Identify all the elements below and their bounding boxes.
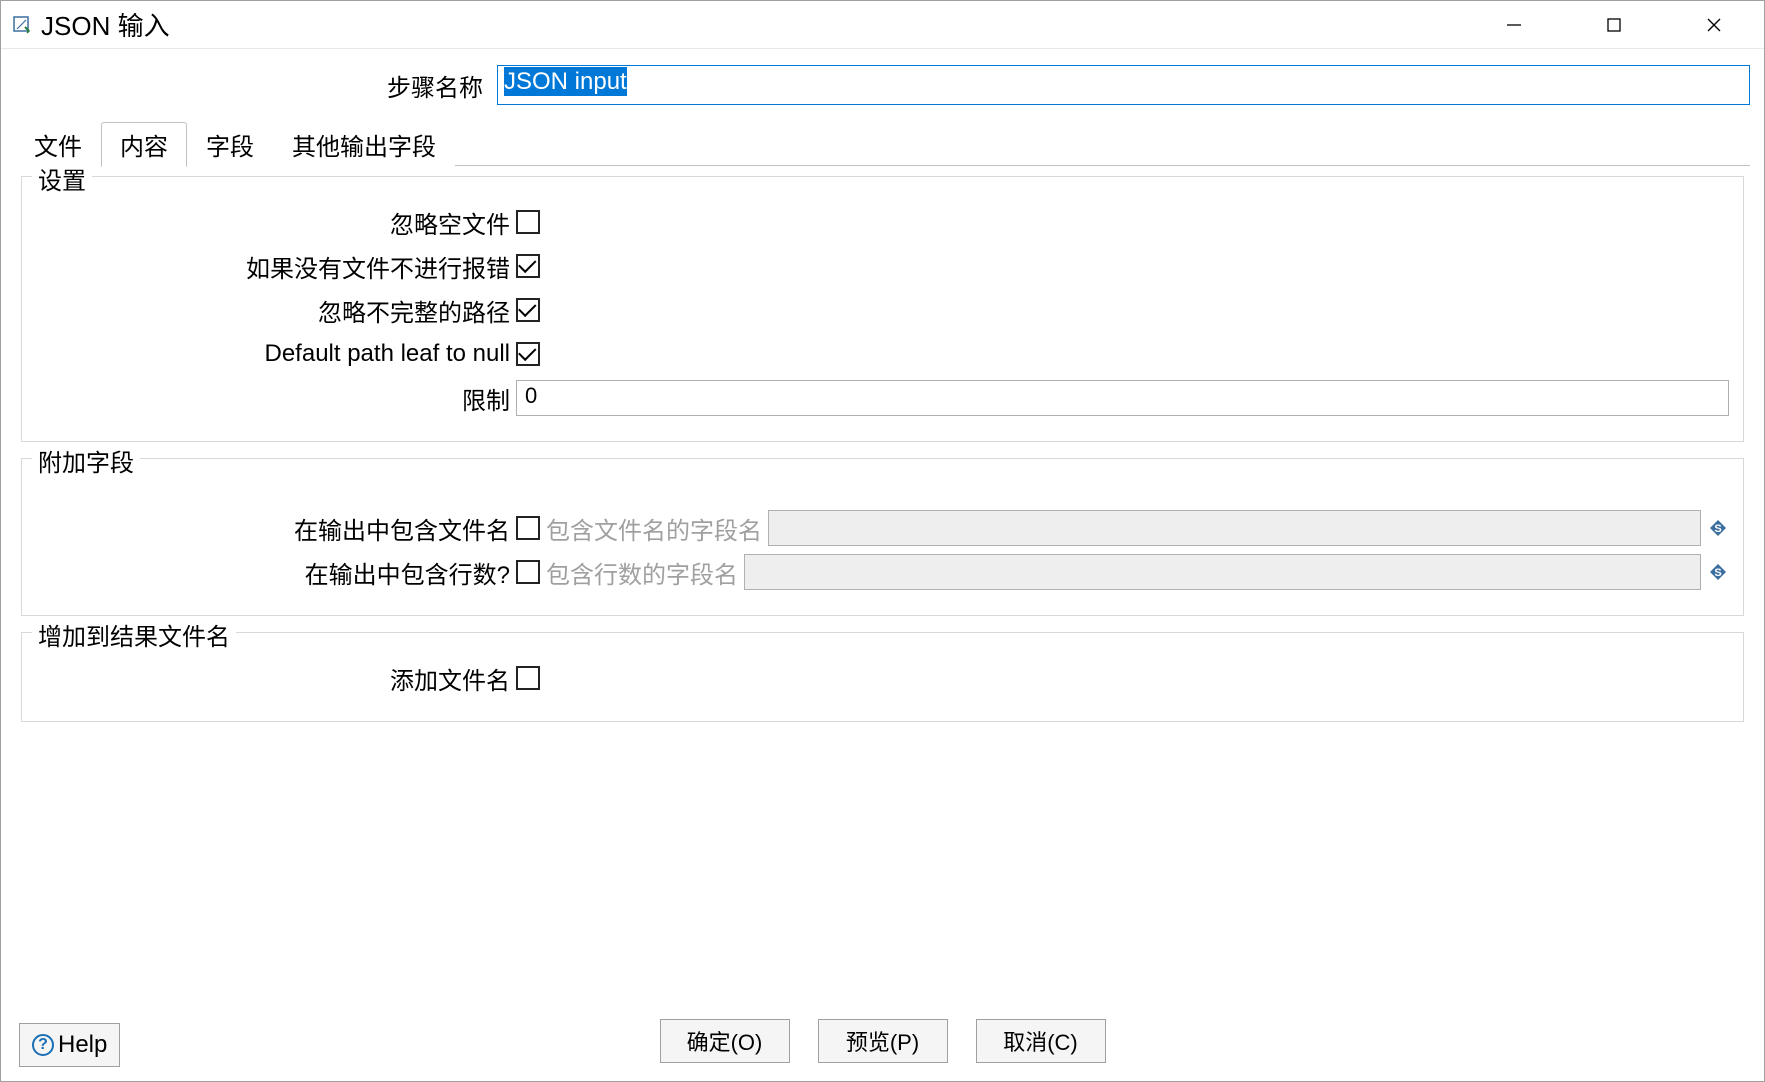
row-include-row-count: 在输出中包含行数? 包含行数的字段名 S xyxy=(36,553,1729,591)
svg-text:S: S xyxy=(1714,567,1721,579)
checkbox-no-file-no-error[interactable] xyxy=(516,254,540,278)
label-ignore-incomplete-path: 忽略不完整的路径 xyxy=(36,293,516,328)
step-name-row: 步骤名称 JSON input xyxy=(1,49,1764,111)
input-row-count-field[interactable] xyxy=(744,554,1701,590)
variable-icon[interactable]: S xyxy=(1707,517,1729,539)
row-default-path-leaf-null: Default path leaf to null xyxy=(36,335,1729,373)
tab-file[interactable]: 文件 xyxy=(15,122,101,167)
tab-content[interactable]: 内容 xyxy=(101,122,187,167)
titlebar: JSON 输入 xyxy=(1,1,1764,49)
label-add-filename: 添加文件名 xyxy=(36,661,516,696)
dialog-window: JSON 输入 步骤名称 JSON input 文件 内容 字段 其他输出字段 … xyxy=(0,0,1765,1082)
label-default-path-leaf-null: Default path leaf to null xyxy=(36,340,516,368)
row-limit: 限制 0 xyxy=(36,379,1729,417)
variable-icon[interactable]: S xyxy=(1707,561,1729,583)
group-add-to-result: 增加到结果文件名 添加文件名 xyxy=(21,632,1744,722)
minimize-button[interactable] xyxy=(1464,1,1564,48)
label-no-file-no-error: 如果没有文件不进行报错 xyxy=(36,249,516,284)
group-additional-title: 附加字段 xyxy=(32,443,140,478)
dialog-buttons: ? Help 确定(O) 预览(P) 取消(C) xyxy=(1,1005,1764,1081)
tab-panel-content: 设置 忽略空文件 如果没有文件不进行报错 忽略不完整的路径 Default pa… xyxy=(1,166,1764,1005)
group-settings: 设置 忽略空文件 如果没有文件不进行报错 忽略不完整的路径 Default pa… xyxy=(21,176,1744,442)
cancel-button[interactable]: 取消(C) xyxy=(976,1019,1106,1063)
label-include-filename: 在输出中包含文件名 xyxy=(36,511,516,546)
tabs: 文件 内容 字段 其他输出字段 xyxy=(1,121,1764,166)
label-ignore-empty-file: 忽略空文件 xyxy=(36,205,516,240)
spacer xyxy=(36,479,1729,503)
row-include-filename: 在输出中包含文件名 包含文件名的字段名 S xyxy=(36,509,1729,547)
checkbox-default-path-leaf-null[interactable] xyxy=(516,342,540,366)
row-no-file-no-error: 如果没有文件不进行报错 xyxy=(36,247,1729,285)
checkbox-include-filename[interactable] xyxy=(516,516,540,540)
checkbox-ignore-empty-file[interactable] xyxy=(516,210,540,234)
label-include-row-count: 在输出中包含行数? xyxy=(36,555,516,590)
checkbox-ignore-incomplete-path[interactable] xyxy=(516,298,540,322)
input-limit[interactable]: 0 xyxy=(516,380,1729,416)
label-limit: 限制 xyxy=(36,381,516,416)
row-add-filename: 添加文件名 xyxy=(36,659,1729,697)
svg-text:S: S xyxy=(1714,523,1721,535)
checkbox-add-filename[interactable] xyxy=(516,666,540,690)
ok-button[interactable]: 确定(O) xyxy=(660,1019,790,1063)
checkbox-include-row-count[interactable] xyxy=(516,560,540,584)
label-filename-field: 包含文件名的字段名 xyxy=(546,511,762,546)
window-controls xyxy=(1464,1,1764,48)
maximize-button[interactable] xyxy=(1564,1,1664,48)
tab-fields[interactable]: 字段 xyxy=(187,122,273,167)
group-settings-title: 设置 xyxy=(32,166,92,196)
tab-other-output-fields[interactable]: 其他输出字段 xyxy=(273,122,455,167)
group-result-title: 增加到结果文件名 xyxy=(32,617,236,652)
app-icon xyxy=(11,14,33,36)
preview-button[interactable]: 预览(P) xyxy=(818,1019,948,1063)
help-button[interactable]: ? Help xyxy=(19,1023,120,1067)
label-row-count-field: 包含行数的字段名 xyxy=(546,555,738,590)
tab-divider xyxy=(455,121,1750,166)
close-button[interactable] xyxy=(1664,1,1764,48)
step-name-value: JSON input xyxy=(504,67,627,96)
group-additional-fields: 附加字段 在输出中包含文件名 包含文件名的字段名 S 在输出中包含行数? 包含行… xyxy=(21,458,1744,616)
help-label: Help xyxy=(58,1031,107,1059)
step-name-label: 步骤名称 xyxy=(15,68,487,103)
row-ignore-empty-file: 忽略空文件 xyxy=(36,203,1729,241)
step-name-input[interactable]: JSON input xyxy=(497,65,1750,105)
window-title: JSON 输入 xyxy=(41,6,1464,43)
row-ignore-incomplete-path: 忽略不完整的路径 xyxy=(36,291,1729,329)
input-filename-field[interactable] xyxy=(768,510,1701,546)
help-icon: ? xyxy=(32,1034,54,1056)
